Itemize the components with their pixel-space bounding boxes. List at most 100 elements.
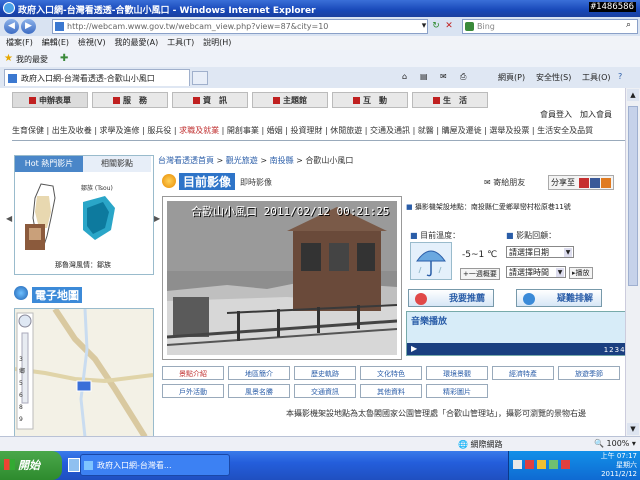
search-icon[interactable]: ⌕ <box>626 20 631 30</box>
time-select[interactable]: 請選擇時間 ▼ <box>506 266 566 278</box>
description-text: 本攝影機架設地點為太魯閣國家公園管理處「合歡山管理站」，攝影可瀏覽的景物右邊 <box>286 409 586 418</box>
hot-video-thumbnail[interactable]: 鄒族 (Tsou) <box>19 178 147 258</box>
new-tab-button[interactable] <box>192 71 208 85</box>
svg-text:5: 5 <box>19 380 23 387</box>
tray-icon[interactable] <box>537 460 546 469</box>
menu-help[interactable]: 說明(H) <box>203 36 231 50</box>
recommend-button[interactable]: 我要推薦 <box>408 289 494 307</box>
share-plurk-icon[interactable] <box>578 177 589 188</box>
hot-video-caption[interactable]: 那魯灣風情：鄒族 <box>15 260 151 270</box>
prev-arrow-icon[interactable]: ◀ <box>6 214 12 224</box>
tab-life[interactable]: 生 活 <box>412 92 488 108</box>
help-icon[interactable]: ? <box>618 72 622 81</box>
back-icon[interactable]: ◀ <box>4 19 19 34</box>
add-favorite-icon[interactable]: ✚ <box>60 53 68 64</box>
zoom-level[interactable]: 🔍 100% ▾ <box>594 439 636 448</box>
week-summary-button[interactable]: +一週概要 <box>460 268 500 280</box>
breadcrumb-nantou[interactable]: 南投縣 <box>270 156 294 165</box>
camera-location: ■ 攝影機架設地點：南投縣仁愛鄉翠巒村松原巷11號 <box>406 203 571 211</box>
tab-themes[interactable]: 主題館 <box>252 92 328 108</box>
page-menu[interactable]: 網頁(P) <box>498 72 525 83</box>
link-other[interactable]: 其他資料 <box>360 384 422 398</box>
link-scenic[interactable]: 風景名勝 <box>228 384 290 398</box>
stop-icon[interactable]: ✕ <box>443 20 455 32</box>
tab-active[interactable]: 政府入口網-台灣看透透-合歡山小風口 <box>4 69 190 86</box>
print-icon[interactable]: ⎙ <box>460 72 466 82</box>
tab-forms[interactable]: 申辦表單 <box>12 92 88 108</box>
favorites-star-icon[interactable]: ★ <box>4 53 13 64</box>
scroll-down-icon[interactable]: ▼ <box>627 423 639 435</box>
share-facebook-icon[interactable] <box>589 177 600 188</box>
date-select[interactable]: 請選擇日期 ▼ <box>506 246 574 258</box>
webcam-image: 合歡山小風口 2011/02/12 00:21:25 <box>167 201 397 355</box>
breadcrumb-home[interactable]: 台灣看透透首頁 <box>158 156 214 165</box>
quick-launch-icon[interactable] <box>68 458 80 472</box>
map-header: 電子地圖 <box>14 286 92 304</box>
section-header: 目前影像 即時影像 ✉ 寄給朋友 分享至 <box>162 171 632 193</box>
share-rss-icon[interactable] <box>600 177 611 188</box>
system-tray: 上午 07:17 星期六 2011/2/12 <box>508 451 640 480</box>
music-player: 音樂播放 ▶ 12345 <box>406 311 636 356</box>
link-culture[interactable]: 文化特色 <box>360 366 422 380</box>
breadcrumb-tourism[interactable]: 觀光旅遊 <box>226 156 258 165</box>
tab-interact[interactable]: 互 動 <box>332 92 408 108</box>
tab-services[interactable]: 服 務 <box>92 92 168 108</box>
tray-icon[interactable] <box>513 460 522 469</box>
chevron-down-icon: ▼ <box>564 248 572 257</box>
register-link[interactable]: 加入會員 <box>580 109 612 120</box>
map-view[interactable]: 3 鄉 5 6 8 9 <box>14 308 154 438</box>
dropdown-icon[interactable]: ▾ <box>418 20 430 32</box>
troubleshoot-button[interactable]: 疑難排解 <box>516 289 602 307</box>
site-nav: 申辦表單 服 務 資 訊 主題館 互 動 生 活 <box>12 92 502 110</box>
link-outdoor[interactable]: 戶外活動 <box>162 384 224 398</box>
mail-icon[interactable]: ✉ <box>440 72 447 81</box>
menu-edit[interactable]: 編輯(E) <box>42 36 69 50</box>
play-button[interactable]: ▸播放 <box>569 267 593 279</box>
feeds-icon[interactable]: ▤ <box>420 72 428 81</box>
scroll-up-icon[interactable]: ▲ <box>627 89 639 101</box>
play-icon[interactable]: ▶ <box>411 344 417 353</box>
tray-icon[interactable] <box>525 460 534 469</box>
page-icon <box>55 22 64 31</box>
favorites-label[interactable]: 我的最愛 <box>16 54 48 65</box>
link-attractions[interactable]: 景點介紹 <box>162 366 224 380</box>
link-seasons[interactable]: 旅遊季節 <box>558 366 620 380</box>
home-icon[interactable]: ⌂ <box>402 72 407 81</box>
menu-file[interactable]: 檔案(F) <box>6 36 33 50</box>
map-title: 電子地圖 <box>32 287 82 303</box>
search-input[interactable]: Bing <box>462 19 638 34</box>
link-environment[interactable]: 環境景觀 <box>426 366 488 380</box>
taskbar-item-ie[interactable]: 政府入口網-台灣看... <box>80 454 230 476</box>
menu-favorites[interactable]: 我的最愛(A) <box>114 36 158 50</box>
start-button[interactable]: 開始 <box>0 451 62 480</box>
send-friend-link[interactable]: ✉ 寄給朋友 <box>484 177 525 188</box>
forward-icon[interactable]: ▶ <box>21 19 36 34</box>
next-arrow-icon[interactable]: ▶ <box>154 214 160 224</box>
link-history[interactable]: 歷史軌跡 <box>294 366 356 380</box>
menu-tools[interactable]: 工具(T) <box>167 36 194 50</box>
temp-value: -5~1 ℃ <box>462 250 498 260</box>
music-controls: ▶ 12345 <box>407 343 635 355</box>
vertical-scrollbar[interactable]: ▲ ▼ <box>625 88 640 436</box>
tray-icon[interactable] <box>549 460 558 469</box>
address-input[interactable]: http://webcam.www.gov.tw/webcam_view.php… <box>52 19 428 34</box>
clock[interactable]: 上午 07:17 星期六 2011/2/12 <box>601 452 637 479</box>
login-link[interactable]: 會員登入 <box>540 109 572 120</box>
category-links[interactable]: 生育保健 | 出生及收養 | 求學及進修 | 服兵役 | 求職及就業 | 開創事… <box>12 125 632 136</box>
tab-related-spots[interactable]: 相關影點 <box>83 156 151 172</box>
safety-menu[interactable]: 安全性(S) <box>536 72 571 83</box>
link-specialties[interactable]: 經濟特產 <box>492 366 554 380</box>
menu-view[interactable]: 檢視(V) <box>78 36 106 50</box>
link-transport[interactable]: 交通資訊 <box>294 384 356 398</box>
scroll-thumb[interactable] <box>628 106 638 286</box>
webcam-frame: 合歡山小風口 2011/02/12 00:21:25 <box>162 196 402 360</box>
link-photos[interactable]: 精彩圖片 <box>426 384 488 398</box>
link-region-intro[interactable]: 地區簡介 <box>228 366 290 380</box>
camera-icon <box>162 174 176 188</box>
tab-info[interactable]: 資 訊 <box>172 92 248 108</box>
tab-hot-videos[interactable]: Hot 熱門影片 <box>15 156 83 172</box>
favorites-bar: ★ 我的最愛 ✚ <box>0 50 640 68</box>
tray-icon[interactable] <box>561 460 570 469</box>
refresh-icon[interactable]: ↻ <box>430 20 442 32</box>
tools-menu[interactable]: 工具(O) <box>582 72 611 83</box>
